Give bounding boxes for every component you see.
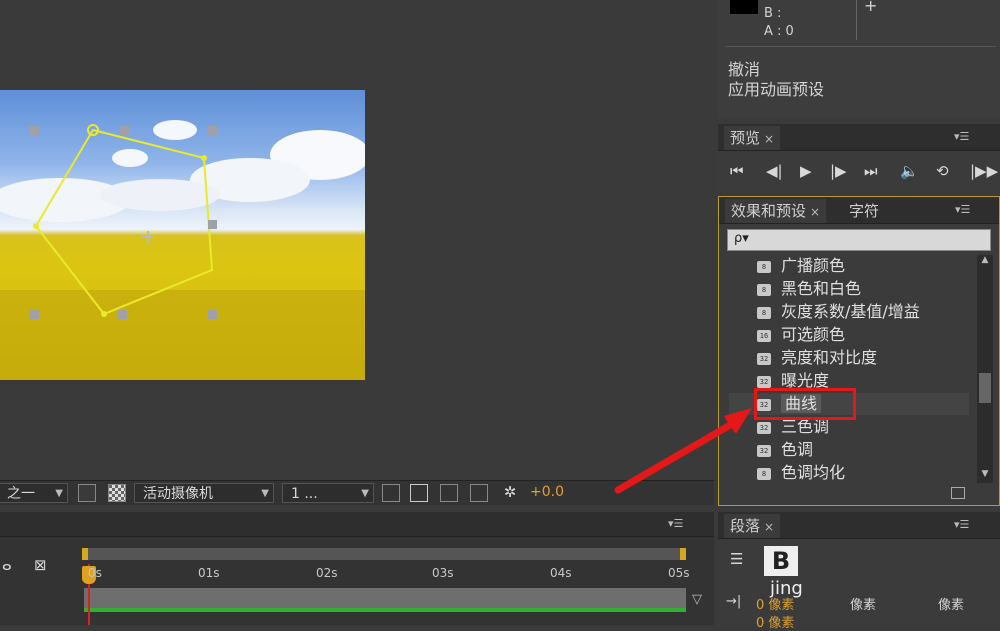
transparency-grid-icon[interactable] <box>108 484 126 502</box>
ruler-tick-2: 02s <box>316 566 338 580</box>
views-value: 1 ... <box>291 486 318 502</box>
panel-menu-icon[interactable]: ▾☰ <box>954 518 974 532</box>
close-icon[interactable]: × <box>764 132 774 146</box>
work-area-bar[interactable] <box>84 548 686 560</box>
preview-panel: 预览 × ▾☰ ⏮ ◀| ▶ |▶ ⏭ 🔈 ⟲ |▶▶ <box>718 124 1000 192</box>
highlight-box <box>754 388 856 420</box>
scroll-up-icon[interactable]: ▲ <box>977 255 993 269</box>
views-dropdown[interactable]: 1 ... ▼ <box>282 483 374 503</box>
effects-scrollbar[interactable]: ▲ ▼ <box>977 255 993 483</box>
region-of-interest-icon[interactable] <box>78 484 96 502</box>
flowchart-icon[interactable] <box>470 484 488 502</box>
watermark-logo: B <box>764 546 798 576</box>
indent-right-label: 像素 <box>938 598 965 613</box>
list-item[interactable]: 32 色调 <box>729 439 969 461</box>
next-frame-icon[interactable]: |▶ <box>830 162 847 180</box>
loop-icon[interactable]: ⟲ <box>936 162 949 180</box>
info-separator <box>726 46 996 47</box>
last-frame-icon[interactable]: ⏭ <box>864 162 878 180</box>
bit-depth-icon: 32 <box>757 375 771 388</box>
resolution-dropdown[interactable]: 之一 ▼ <box>0 483 68 503</box>
info-divider <box>856 0 857 40</box>
bit-depth-icon: 32 <box>757 352 771 365</box>
list-item[interactable]: 16 可选颜色 <box>729 324 969 346</box>
first-frame-icon[interactable]: ⏮ <box>730 162 744 180</box>
list-item[interactable]: 8 广播颜色 <box>729 255 969 277</box>
panel-menu-icon[interactable]: ▾☰ <box>668 517 688 531</box>
prev-frame-icon[interactable]: ◀| <box>766 162 783 180</box>
b-channel: B : <box>764 6 782 21</box>
tab-preview[interactable]: 预览 × <box>724 126 781 150</box>
work-area-start[interactable] <box>82 548 88 560</box>
bit-depth-icon: 8 <box>757 306 771 319</box>
list-item[interactable]: 8 黑色和白色 <box>729 278 969 300</box>
bit-depth-icon: 8 <box>757 283 771 296</box>
tab-paragraph[interactable]: 段落 × <box>724 514 781 538</box>
indent-left-icon: →| <box>726 594 742 609</box>
shutter-icon[interactable]: ✲ <box>500 483 520 501</box>
work-area-end[interactable] <box>680 548 686 560</box>
timeline-toggle-icon[interactable] <box>382 484 400 502</box>
panel-menu-icon[interactable]: ▾☰ <box>954 130 974 144</box>
ram-preview-icon[interactable]: |▶▶ <box>970 162 998 180</box>
space-before-value[interactable]: 0 像素 <box>756 612 794 631</box>
graph-editor-icon[interactable]: ⊠ <box>34 556 47 574</box>
ruler-tick-5: 05s <box>668 566 690 580</box>
paragraph-panel: 段落 × ▾☰ ☰ B jing →| 0 像素 像素 像素 0 像素 <box>718 512 1000 631</box>
ruler-tick-3: 03s <box>432 566 454 580</box>
list-item[interactable]: 32 亮度和对比度 <box>729 347 969 369</box>
tab-paragraph-label: 段落 <box>730 517 761 535</box>
bit-depth-icon: 16 <box>757 329 771 342</box>
indent-left-value[interactable]: 0 像素 <box>756 594 794 613</box>
effects-search-input[interactable]: ρ▾ <box>727 229 991 251</box>
track-scroll-icon[interactable]: ▽ <box>692 592 702 607</box>
color-swatch <box>730 0 758 14</box>
ruler-tick-4: 04s <box>550 566 572 580</box>
tab-character-label: 字符 <box>849 202 880 220</box>
resolution-value: 之一 <box>7 486 35 502</box>
tab-preview-label: 预览 <box>730 129 761 147</box>
camera-dropdown[interactable]: 活动摄像机 ▼ <box>134 483 274 503</box>
info-panel: B : A : 0 + 撤消 应用动画预设 <box>718 0 1000 118</box>
timeline-panel: ▾☰ ⴰ ⊠ ▽ <box>0 512 714 625</box>
exposure-value[interactable]: +0.0 <box>530 484 564 500</box>
bit-depth-icon: 8 <box>757 260 771 273</box>
tab-effects-presets[interactable]: 效果和预设 × <box>725 199 827 223</box>
comp-flowchart-icon[interactable] <box>440 484 458 502</box>
a-channel: A : 0 <box>764 24 794 39</box>
effects-list: 8 广播颜色 8 黑色和白色 8 灰度系数/基值/增益 16 可选颜色 32 亮度和对比度… <box>719 255 999 483</box>
annotation-arrow <box>614 408 752 494</box>
mask-path[interactable] <box>0 0 400 400</box>
tab-effects-label: 效果和预设 <box>731 202 807 220</box>
list-item[interactable]: 8 灰度系数/基值/增益 <box>729 301 969 323</box>
tab-character[interactable]: 字符 <box>843 199 885 223</box>
fast-preview-icon[interactable] <box>410 484 428 502</box>
camera-value: 活动摄像机 <box>143 486 213 502</box>
plus-icon: + <box>864 0 878 15</box>
close-icon[interactable]: × <box>810 205 820 219</box>
scroll-down-icon[interactable]: ▼ <box>977 469 993 483</box>
close-icon[interactable]: × <box>764 520 774 534</box>
effects-presets-panel: 效果和预设 × 字符 ▾☰ ρ▾ 8 广播颜色 8 黑色和白色 8 灰度系数/基值/增益… <box>718 196 1000 506</box>
panel-menu-icon[interactable]: ▾☰ <box>955 203 975 217</box>
play-icon[interactable]: ▶ <box>800 162 812 180</box>
ruler-tick-0: 0s <box>88 566 102 580</box>
indent-first-label: 像素 <box>850 598 877 613</box>
search-icon: ρ▾ <box>734 231 749 246</box>
apply-preset-text: 应用动画预设 <box>728 80 825 99</box>
scroll-thumb[interactable] <box>979 373 991 403</box>
ruler-tick-1: 01s <box>198 566 220 580</box>
layer-track[interactable] <box>84 588 686 610</box>
motion-blur-icon[interactable]: ⴰ <box>2 556 12 574</box>
audio-icon[interactable]: 🔈 <box>900 162 919 180</box>
align-left-icon[interactable]: ☰ <box>730 550 743 568</box>
layer-duration-bar <box>84 608 686 612</box>
new-folder-icon[interactable] <box>951 487 965 499</box>
list-item[interactable]: 8 色调均化 <box>729 462 969 483</box>
